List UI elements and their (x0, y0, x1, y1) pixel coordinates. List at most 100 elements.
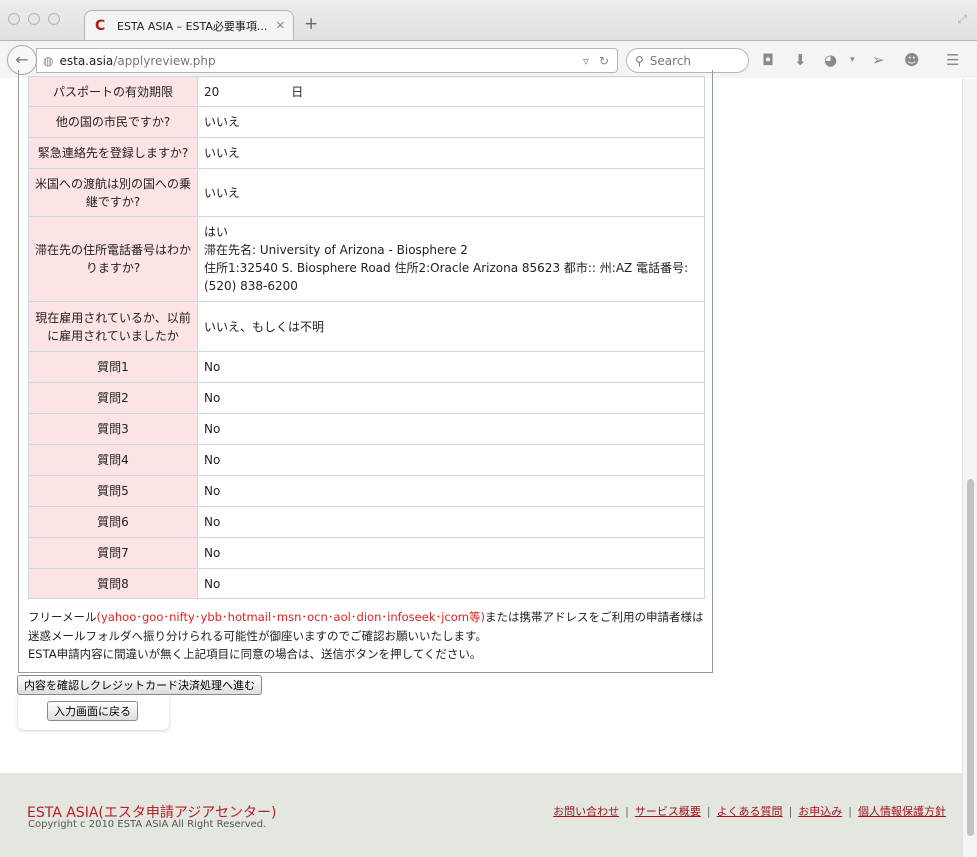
row-label: 質問2 (28, 382, 198, 414)
table-row: 質問5 No (28, 475, 705, 507)
table-row: 質問1 No (28, 351, 705, 383)
addon-globe-icon[interactable]: ◕ (824, 51, 837, 69)
notice-text: ESTA申請内容に間違いが無く上記項目に同意の場合は、送信ボタンを押してください… (28, 647, 482, 661)
table-row: 質問6 No (28, 506, 705, 538)
search-placeholder: Search (649, 53, 692, 68)
row-label: 質問3 (28, 413, 198, 445)
fullscreen-icon[interactable]: ⤢ (957, 12, 967, 27)
close-tab-icon[interactable]: ✕ (276, 19, 285, 32)
url-host: esta.asia (59, 53, 114, 68)
new-tab-button[interactable]: + (304, 14, 318, 34)
download-icon[interactable]: ⬇ (794, 51, 807, 69)
value-line: No (204, 422, 221, 436)
row-label: 現在雇用されているか、以前に雇用されていましたか (28, 301, 198, 352)
addon-dropdown-icon[interactable]: ▾ (850, 55, 855, 65)
row-value: いいえ、もしくは不明 (197, 301, 705, 352)
table-row: 緊急連絡先を登録しますか? いいえ (28, 137, 705, 169)
footer-link-service[interactable]: サービス概要 (635, 805, 701, 818)
value-line: No (204, 576, 221, 591)
footer-link-faq[interactable]: よくある質問 (717, 805, 783, 818)
tab-active[interactable]: C ESTA ASIA – ESTA必要事項... ✕ (84, 10, 294, 40)
footer: ESTA ASIA(エスタ申請アジアセンター) Copyright c 2010… (0, 773, 962, 857)
search-icon: ⚲ (635, 53, 644, 68)
table-row: 滞在先の住所電話番号はわかりますか? はい 滞在先名: University of … (28, 216, 705, 302)
row-value: No (197, 351, 705, 383)
value-line: はい (204, 225, 229, 239)
table-row: 米国への渡航は別の国への乗継ですか? いいえ (28, 168, 705, 217)
send-icon[interactable]: ➢ (872, 51, 885, 69)
row-value: No (197, 444, 705, 476)
value-line: いいえ (204, 115, 241, 129)
value-line: 20 日 (204, 84, 304, 99)
footer-link-apply[interactable]: お申込み (798, 805, 842, 818)
notice-text: または携帯アドレスをご利用の申請者様は (484, 610, 704, 624)
value-line: No (204, 484, 221, 498)
row-label: 質問5 (28, 475, 198, 507)
chat-icon[interactable]: ☻ (904, 51, 920, 69)
value-line: No (204, 546, 221, 560)
site-favicon-icon: C (95, 17, 106, 34)
table-row: 質問2 No (28, 382, 705, 414)
review-table: パスポートの有効期限 20 日他の国の市民ですか? いいえ 緊急連絡先を登録しますか?… (28, 76, 705, 599)
row-value: No (197, 537, 705, 569)
tab-title: ESTA ASIA – ESTA必要事項... (117, 19, 268, 33)
row-label: 質問6 (28, 506, 198, 538)
row-value: 20 日 (197, 76, 705, 107)
minimize-window-button[interactable] (28, 13, 40, 25)
table-row: 質問8 No (28, 568, 705, 599)
row-value: No (197, 506, 705, 538)
table-row: 他の国の市民ですか? いいえ (28, 106, 705, 138)
zoom-window-button[interactable] (48, 13, 60, 25)
row-label: 質問4 (28, 444, 198, 476)
email-notice: フリーメール(yahoo･goo･nifty･ybb･hotmail･msn･o… (28, 608, 708, 664)
value-line: No (204, 360, 221, 374)
table-row: パスポートの有効期限 20 日 (28, 76, 705, 107)
close-window-button[interactable] (8, 13, 20, 25)
value-line: いいえ (204, 146, 241, 160)
value-line: いいえ (204, 185, 241, 200)
row-value: No (197, 413, 705, 445)
url-path: /applyreview.php (113, 53, 216, 68)
reload-icon[interactable]: ↻ (599, 54, 609, 68)
table-row: 質問4 No (28, 444, 705, 476)
row-value: いいえ (197, 168, 705, 217)
dropdown-arrow-icon[interactable]: ▿ (583, 54, 589, 68)
scrollbar-thumb[interactable] (967, 479, 974, 836)
row-value: いいえ (197, 137, 705, 169)
row-value: No (197, 382, 705, 414)
copyright: Copyright c 2010 ESTA ASIA All Right Res… (28, 819, 267, 830)
row-label: 他の国の市民ですか? (28, 106, 198, 138)
browser-chrome: C ESTA ASIA – ESTA必要事項... ✕ + ⤢ ◍ esta.a… (0, 0, 977, 78)
footer-link-contact[interactable]: お問い合わせ (553, 805, 619, 818)
notice-text: 迷惑メールフォルダへ振り分けられる可能性が御座いますのでご確認お願いいたします。 (28, 628, 487, 643)
table-row: 質問3 No (28, 413, 705, 445)
vertical-scrollbar[interactable] (962, 79, 977, 857)
row-label: 質問8 (28, 568, 198, 599)
row-value: No (197, 475, 705, 507)
row-label: 滞在先の住所電話番号はわかりますか? (28, 216, 198, 302)
row-label: パスポートの有効期限 (28, 76, 198, 107)
review-panel: パスポートの有効期限 20 日他の国の市民ですか? いいえ 緊急連絡先を登録しますか?… (18, 70, 713, 673)
value-line: いいえ、もしくは不明 (204, 319, 325, 334)
value-line: 滞在先名: University of Arizona - Biosphere … (204, 243, 468, 257)
back-to-input-button[interactable]: 入力画面に戻る (47, 701, 138, 721)
table-row: 質問7 No (28, 537, 705, 569)
pocket-icon[interactable]: ◘ (762, 51, 774, 69)
footer-link-privacy[interactable]: 個人情報保護方針 (858, 805, 946, 818)
row-label: 質問1 (28, 351, 198, 383)
value-line: (520) 838-6200 (204, 279, 298, 293)
value-line: No (204, 515, 221, 529)
value-line: No (204, 453, 221, 467)
row-label: 質問7 (28, 537, 198, 569)
value-line: 住所1:32540 S. Biosphere Road 住所2:Oracle A… (204, 261, 689, 275)
footer-links: お問い合わせ | サービス概要 | よくある質問 | お申込み | 個人情報保護方針 (553, 805, 946, 818)
notice-text: フリーメール (28, 610, 97, 624)
row-value: いいえ (197, 106, 705, 138)
row-label: 緊急連絡先を登録しますか? (28, 137, 198, 169)
row-value: No (197, 568, 705, 599)
free-mail-providers: (yahoo･goo･nifty･ybb･hotmail･msn･ocn･aol… (96, 610, 485, 624)
row-value: はい滞在先名: University of Arizona - Biospher… (197, 216, 705, 302)
menu-icon[interactable]: ☰ (946, 51, 959, 69)
globe-icon: ◍ (43, 53, 54, 68)
table-row: 現在雇用されているか、以前に雇用されていましたか いいえ、もしくは不明 (28, 301, 705, 352)
